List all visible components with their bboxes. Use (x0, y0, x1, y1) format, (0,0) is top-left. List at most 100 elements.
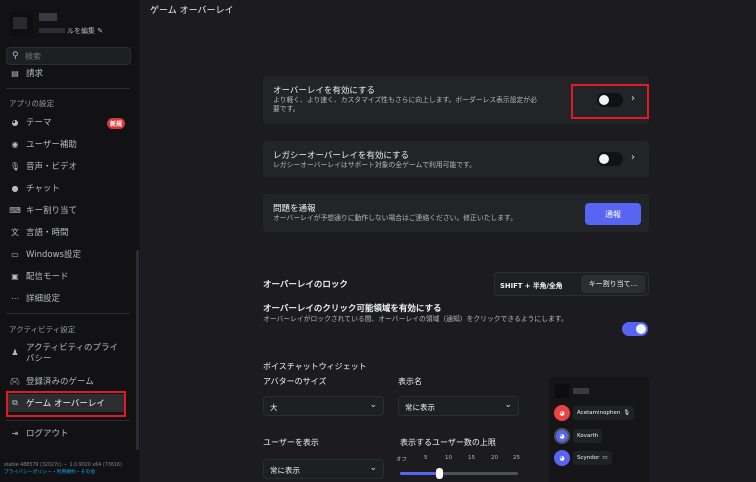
overlay-lock-keybind: SHIFT + 半角/全角 キー割り当て... (494, 272, 649, 296)
sidebar-item-keybinds[interactable]: ⌨ キー割り当て (6, 201, 126, 219)
new-badge: 新規 (107, 118, 126, 129)
divider (6, 313, 130, 314)
preview-user-row: ◕ Scyndor ▭ (554, 449, 646, 467)
voice-widget-title: ボイスチャットウィジェット (263, 362, 367, 371)
discord-icon: ◕ (554, 405, 570, 421)
chevron-down-icon: ⌄ (369, 400, 377, 410)
search-box[interactable]: ⚲ (6, 47, 131, 65)
slider-tick: 5 (424, 455, 428, 461)
preview-user-pill: Acetaminophen 🎙︎ (573, 406, 635, 420)
display-name-label: 表示名 (398, 377, 422, 386)
profile-name-redacted (39, 13, 57, 21)
privacy-icon: ♟ (11, 348, 19, 357)
microphone-icon: 🎙︎ (9, 161, 21, 171)
overlay-lock-title: オーバーレイのロック (263, 280, 348, 290)
keyboard-icon: ⌨ (9, 205, 21, 215)
max-users-slider[interactable] (400, 468, 518, 479)
slider-tick: 25 (513, 455, 520, 461)
keybind-value: SHIFT + 半角/全角 (500, 282, 563, 290)
report-desc: オーバーレイが予想通りに動作しない場合はご連絡ください。修正いたします。 (273, 214, 517, 222)
discord-icon: ◕ (554, 450, 570, 466)
version-text: stable 488579 (32027c) ・ 1.0.9020 x64 (7… (4, 463, 122, 468)
report-button[interactable]: 通報 (585, 203, 641, 225)
section-title-app: アプリの設定 (9, 99, 54, 108)
palette-icon: ◕ (11, 117, 19, 127)
search-icon: ⚲ (12, 51, 19, 61)
legacy-overlay-title: レガシーオーバーレイを有効にする (273, 151, 410, 161)
enable-overlay-desc: より軽く、より速く、カスタマイズ性もさらに向上します。ボーダーレス表示設定が必 … (273, 96, 537, 113)
enable-overlay-title: オーバーレイを有効にする (273, 86, 376, 96)
sidebar-item-activity-privacy[interactable]: ♟ アクティビティのプライバシー (6, 341, 126, 367)
settings-content: ゲーム オーバーレイ オーバーレイを有効にする より軽く、より速く、カスタマイズ… (142, 0, 756, 482)
sidebar-item-voice-video[interactable]: 🎙︎ 音声・ビデオ (6, 157, 126, 175)
search-input[interactable] (25, 50, 125, 63)
report-issue-card: 問題を通報 オーバーレイが予想通りに動作しない場合はご連絡ください。修正いたしま… (263, 194, 649, 232)
slider-handle[interactable] (436, 468, 443, 479)
chevron-down-icon: ⌄ (369, 463, 377, 473)
slider-tick: オフ (396, 457, 408, 463)
version-footer: stable 488579 (32027c) ・ 1.0.9020 x64 (7… (4, 462, 122, 476)
windows-icon: ▭ (11, 249, 19, 259)
profile-header: ルを編集 ✎ (9, 10, 135, 40)
voice-widget-preview: ◕ Acetaminophen 🎙︎ ◕ Kovarth ◕ Scyndor ▭ (549, 377, 649, 482)
divider (6, 88, 130, 89)
sidebar-scrollbar[interactable] (136, 250, 139, 450)
show-users-label: ユーザーを表示 (263, 438, 319, 447)
logout-button[interactable]: ⇥ ログアウト (6, 424, 126, 442)
preview-user-row: ◕ Kovarth (554, 427, 646, 445)
accessibility-icon: ◉ (11, 139, 19, 149)
page-title: ゲーム オーバーレイ (150, 6, 234, 16)
sidebar-item-billing[interactable]: ▤ 請求 (6, 66, 126, 80)
avatar[interactable] (9, 12, 33, 36)
sidebar-item-language[interactable]: 文 言語・時間 (6, 223, 126, 241)
toggle-knob (636, 324, 646, 334)
sidebar-item-accessibility[interactable]: ◉ ユーザー補助 (6, 135, 126, 153)
slider-tick: 20 (491, 455, 498, 461)
highlight-box-sidebar (6, 391, 126, 417)
sidebar-item-registered-games[interactable]: 🎮︎ 登録済みのゲーム (6, 372, 126, 390)
language-icon: 文 (11, 227, 19, 237)
receipt-icon: ▤ (11, 68, 19, 78)
display-name-select[interactable]: 常に表示 ⌄ (398, 396, 519, 416)
discord-icon: ◕ (554, 428, 570, 444)
slider-fill (400, 472, 440, 475)
slider-tick: 15 (468, 455, 475, 461)
avatar-size-label: アバターのサイズ (263, 377, 327, 386)
edit-profile-link[interactable]: ルを編集 ✎ (67, 26, 103, 36)
settings-sidebar: ルを編集 ✎ ⚲ ▤ 請求 アプリの設定 ◕ テーマ 新規 ◉ ユーザー補助 🎙… (0, 0, 141, 482)
stream-icon: ▭ (602, 455, 608, 461)
sidebar-item-chat[interactable]: ● チャット (6, 179, 126, 197)
slider-tick: 10 (445, 455, 452, 461)
avatar (555, 384, 569, 398)
legacy-overlay-card: レガシーオーバーレイを有効にする レガシーオーバーレイはサポート対象の全ゲームで… (263, 141, 649, 177)
stream-icon: ▣ (11, 271, 19, 281)
chevron-right-icon[interactable]: › (631, 152, 635, 163)
profile-edit-redacted (39, 28, 65, 33)
sidebar-item-advanced[interactable]: ⋯ 詳細設定 (6, 289, 126, 307)
footer-links[interactable]: プライバシーポリシー・利用規約・その他 (4, 469, 122, 476)
gamepad-icon: 🎮︎ (9, 376, 21, 386)
sidebar-item-streamer-mode[interactable]: ▣ 配信モード (6, 267, 126, 285)
chevron-down-icon: ⌄ (504, 400, 512, 410)
sidebar-item-windows[interactable]: ▭ Windows設定 (6, 245, 126, 263)
logout-icon: ⇥ (11, 428, 19, 438)
preview-user-pill: Kovarth (573, 429, 603, 443)
clickable-region-desc: オーバーレイがロックされている間、オーバーレイの領域（通知）をクリックできるよう… (263, 315, 568, 323)
preview-user-pill: Scyndor ▭ (573, 451, 612, 465)
toggle-knob (599, 154, 609, 164)
chat-bubble-icon: ● (11, 183, 19, 193)
more-icon: ⋯ (11, 293, 19, 303)
report-title: 問題を通報 (273, 204, 316, 214)
avatar-size-select[interactable]: 大 ⌄ (263, 396, 384, 416)
max-users-label: 表示するユーザー数の上限 (400, 438, 496, 447)
clickable-region-toggle[interactable] (622, 322, 648, 336)
muted-mic-icon: 🎙︎ (623, 410, 631, 416)
pencil-icon: ✎ (97, 27, 104, 35)
edit-keybind-button[interactable]: キー割り当て... (581, 275, 645, 293)
show-users-select[interactable]: 常に表示 ⌄ (263, 459, 384, 479)
legacy-overlay-toggle[interactable] (597, 152, 623, 166)
legacy-overlay-desc: レガシーオーバーレイはサポート対象の全ゲームで利用可能です。 (273, 161, 476, 169)
highlight-box-toggle (571, 84, 649, 119)
preview-name-redacted (573, 388, 589, 394)
divider (6, 420, 130, 421)
